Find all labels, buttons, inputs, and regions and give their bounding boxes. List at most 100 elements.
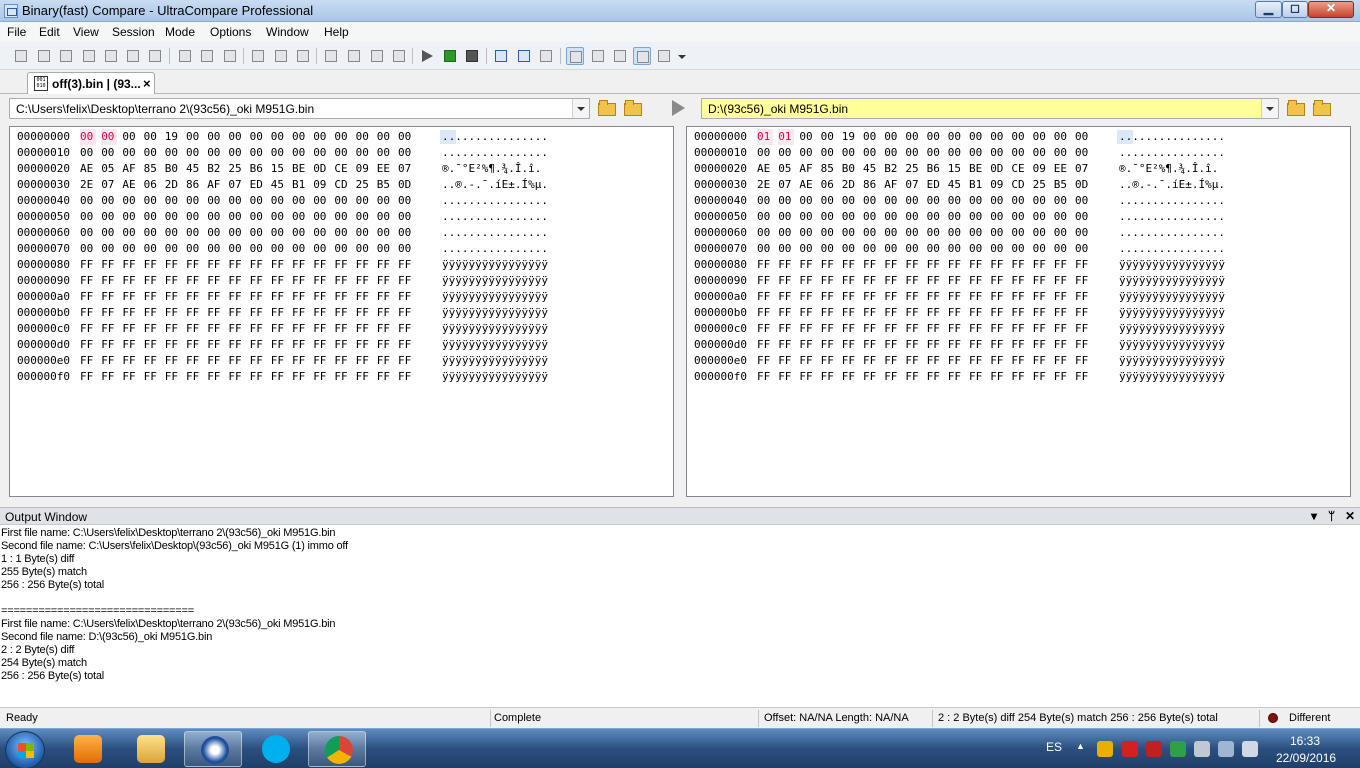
hex-byte[interactable]: FF	[799, 369, 815, 385]
hex-byte[interactable]: FF	[1054, 257, 1070, 273]
hex-byte[interactable]: 00	[165, 209, 181, 225]
output-menu-chevron-icon[interactable]: ▾	[1311, 509, 1317, 523]
hex-byte[interactable]: 00	[250, 145, 266, 161]
hex-byte[interactable]: FF	[1033, 353, 1049, 369]
hex-byte[interactable]: FF	[863, 289, 879, 305]
menu-options[interactable]: Options	[210, 25, 251, 39]
hex-byte[interactable]: 00	[1011, 145, 1027, 161]
hex-byte[interactable]: FF	[271, 337, 287, 353]
hex-byte[interactable]: 00	[842, 241, 858, 257]
toolbar-button[interactable]	[345, 47, 363, 65]
hex-row[interactable]: 000000b0 FF FF FF FF FF FF FF FF FF FF FF FF FF FF FF FF…	[10, 305, 673, 321]
hex-byte[interactable]: 00	[778, 225, 794, 241]
hex-byte[interactable]: FF	[101, 257, 117, 273]
hex-byte[interactable]: 09	[1033, 161, 1049, 177]
hex-byte[interactable]: FF	[292, 337, 308, 353]
tray-mega-icon[interactable]	[1122, 741, 1138, 757]
hex-byte[interactable]: FF	[292, 273, 308, 289]
hex-row[interactable]: 000000c0 FF FF FF FF FF FF FF FF FF FF FF FF FF FF FF FF…	[687, 321, 1350, 337]
hex-byte[interactable]: FF	[250, 353, 266, 369]
hex-ascii[interactable]: ÿÿÿÿÿÿÿÿÿÿÿÿÿÿÿÿ	[1119, 369, 1225, 385]
hex-byte[interactable]: FF	[969, 369, 985, 385]
hex-ascii[interactable]: ................	[442, 129, 548, 145]
hex-byte[interactable]: 00	[80, 193, 96, 209]
hex-row[interactable]: 00000080 FF FF FF FF FF FF FF FF FF FF FF FF FF FF FF FF…	[10, 257, 673, 273]
hex-byte[interactable]: FF	[1011, 273, 1027, 289]
hex-ascii[interactable]: ®.¯°E²%¶.¾.Î.î.	[1119, 161, 1218, 177]
toolbar-button[interactable]	[515, 47, 533, 65]
hex-byte[interactable]: 00	[144, 225, 160, 241]
clock-date[interactable]: 22/09/2016	[1276, 751, 1336, 765]
hex-byte[interactable]: FF	[948, 337, 964, 353]
hex-byte[interactable]: FF	[122, 305, 138, 321]
hex-byte[interactable]: FF	[799, 305, 815, 321]
hex-row[interactable]: 00000010 00 00 00 00 00 00 00 00 00 00 00 00 00 00 00 00…	[10, 145, 673, 161]
hex-byte[interactable]: 00	[271, 225, 287, 241]
hex-byte[interactable]: FF	[969, 321, 985, 337]
hex-row[interactable]: 00000070 00 00 00 00 00 00 00 00 00 00 00 00 00 00 00 00…	[687, 241, 1350, 257]
hex-byte[interactable]: 00	[799, 193, 815, 209]
taskbar-explorer[interactable]	[121, 731, 179, 767]
hex-byte[interactable]: FF	[842, 321, 858, 337]
hex-byte[interactable]: FF	[207, 369, 223, 385]
tray-network-icon[interactable]	[1218, 741, 1234, 757]
hex-byte[interactable]: B6	[250, 161, 266, 177]
hex-byte[interactable]: FF	[863, 305, 879, 321]
hex-byte[interactable]: 00	[80, 241, 96, 257]
hex-ascii[interactable]: ................	[442, 193, 548, 209]
menu-view[interactable]: View	[73, 25, 99, 39]
hex-byte[interactable]: FF	[271, 353, 287, 369]
hex-byte[interactable]: 00	[1011, 241, 1027, 257]
chevron-down-icon[interactable]	[572, 99, 589, 118]
hex-byte[interactable]: 00	[969, 129, 985, 145]
hex-byte[interactable]: FF	[292, 369, 308, 385]
hex-byte[interactable]: FF	[778, 257, 794, 273]
hex-row[interactable]: 00000070 00 00 00 00 00 00 00 00 00 00 00 00 00 00 00 00…	[10, 241, 673, 257]
hex-byte[interactable]: FF	[969, 353, 985, 369]
hex-byte[interactable]: FF	[905, 369, 921, 385]
hex-byte[interactable]: FF	[144, 353, 160, 369]
hex-byte[interactable]: 00	[927, 129, 943, 145]
hex-byte[interactable]: 00	[778, 145, 794, 161]
hex-byte[interactable]: FF	[842, 369, 858, 385]
hex-byte[interactable]: 00	[905, 129, 921, 145]
hex-byte[interactable]: 00	[927, 225, 943, 241]
toolbar-button[interactable]	[80, 47, 98, 65]
hex-byte[interactable]: FF	[334, 289, 350, 305]
hex-byte[interactable]: 00	[799, 209, 815, 225]
hex-byte[interactable]: 00	[1075, 241, 1091, 257]
hex-byte[interactable]: FF	[948, 273, 964, 289]
hex-byte[interactable]: B2	[884, 161, 900, 177]
hex-byte-diff[interactable]: 00	[80, 129, 96, 145]
hex-byte[interactable]: FF	[1033, 321, 1049, 337]
hex-byte[interactable]: 00	[292, 193, 308, 209]
hex-byte[interactable]: FF	[863, 353, 879, 369]
hex-byte[interactable]: 00	[1054, 193, 1070, 209]
hex-byte[interactable]: 00	[292, 241, 308, 257]
sync-arrow-icon[interactable]	[672, 100, 685, 116]
hex-byte[interactable]: FF	[250, 257, 266, 273]
toolbar-button[interactable]	[124, 47, 142, 65]
hex-byte[interactable]: 00	[250, 129, 266, 145]
hex-byte[interactable]: FF	[101, 369, 117, 385]
hex-byte[interactable]: 00	[990, 193, 1006, 209]
hex-byte[interactable]: 05	[778, 161, 794, 177]
hex-byte[interactable]: FF	[990, 369, 1006, 385]
hex-byte[interactable]: 19	[842, 129, 858, 145]
hex-row[interactable]: 00000090 FF FF FF FF FF FF FF FF FF FF FF FF FF FF FF FF…	[687, 273, 1350, 289]
hex-byte[interactable]: AE	[122, 177, 138, 193]
hex-byte[interactable]: FF	[863, 337, 879, 353]
close-button[interactable]: ✕	[1308, 1, 1354, 18]
toolbar-button[interactable]	[322, 47, 340, 65]
hex-byte[interactable]: 00	[990, 225, 1006, 241]
hex-byte[interactable]: FF	[334, 369, 350, 385]
hex-byte[interactable]: 00	[398, 225, 414, 241]
hex-byte[interactable]: FF	[250, 289, 266, 305]
hex-byte[interactable]: FF	[927, 369, 943, 385]
hex-byte[interactable]: 0D	[398, 177, 414, 193]
hex-byte[interactable]: 00	[863, 225, 879, 241]
hex-byte[interactable]: 00	[292, 129, 308, 145]
hex-byte[interactable]: 00	[1075, 225, 1091, 241]
hex-byte[interactable]: 00	[863, 193, 879, 209]
hex-byte[interactable]: FF	[884, 305, 900, 321]
